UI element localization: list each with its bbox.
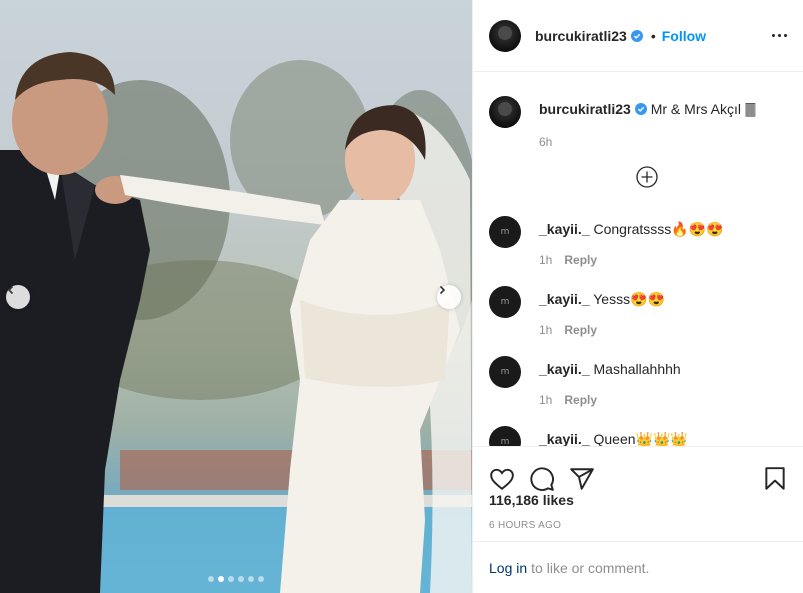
share-paper-plane-icon[interactable]	[569, 466, 595, 492]
carousel-dot	[258, 576, 264, 582]
verified-badge-icon	[634, 103, 647, 115]
reply-button[interactable]: Reply	[564, 253, 597, 267]
comment-time[interactable]: 1h	[539, 323, 552, 337]
post-caption: burcukiratli23 Mr & Mrs Akçıl 🀫 6h	[473, 73, 803, 151]
chevron-right-icon	[439, 285, 446, 295]
author-username[interactable]: burcukiratli23	[535, 28, 627, 44]
wedding-photo-illustration	[0, 52, 472, 593]
comment-bubble-icon[interactable]	[529, 466, 555, 492]
more-options-icon[interactable]	[772, 34, 787, 37]
post-footer: 116,186 likes 6 HOURS AGO Log in to like…	[473, 446, 803, 593]
comment-time[interactable]: 1h	[539, 253, 552, 267]
commenter-avatar[interactable]: m	[489, 356, 521, 388]
comment-text: Yesss😍😍	[593, 291, 665, 307]
carousel-dot	[248, 576, 254, 582]
caption-time[interactable]: 6h	[539, 133, 756, 151]
follow-button[interactable]: Follow	[662, 28, 706, 44]
comment-text: Mashallahhhh	[593, 361, 681, 377]
comment-item: m _kayii._ Mashallahhhh 1h Reply	[489, 356, 681, 409]
caption-text: Mr & Mrs Akçıl 🀫	[650, 101, 756, 117]
commenter-username[interactable]: _kayii._	[539, 431, 590, 446]
comment-item: m _kayii._ Yesss😍😍 1h Reply	[489, 286, 665, 339]
comment-text: Queen👑👑👑	[593, 431, 688, 446]
author-avatar[interactable]	[489, 19, 521, 52]
commenter-username[interactable]: _kayii._	[539, 361, 590, 377]
comment-item: m_kayii._ Queen👑👑👑1hReply	[489, 426, 688, 446]
commenter-avatar[interactable]: m	[489, 426, 521, 446]
like-heart-icon[interactable]	[489, 466, 515, 492]
comment-item: m _kayii._ Congratssss🔥😍😍 1h Reply	[489, 216, 724, 269]
commenter-avatar[interactable]: m	[489, 216, 521, 248]
verified-badge-icon	[630, 29, 643, 42]
carousel-dot	[218, 576, 224, 582]
avatar-letter: m	[500, 437, 510, 446]
avatar-letter: m	[500, 367, 510, 377]
caption-avatar[interactable]	[489, 96, 521, 128]
avatar-letter: m	[500, 297, 510, 307]
chevron-left-icon	[7, 285, 14, 295]
save-bookmark-icon[interactable]	[762, 466, 788, 492]
carousel-next-button[interactable]	[437, 285, 461, 309]
login-link[interactable]: Log in	[489, 560, 527, 576]
carousel-dot	[208, 576, 214, 582]
reply-button[interactable]: Reply	[564, 393, 597, 407]
commenter-username[interactable]: _kayii._	[539, 221, 590, 237]
commenter-username[interactable]: _kayii._	[539, 291, 590, 307]
comments-list[interactable]: burcukiratli23 Mr & Mrs Akçıl 🀫 6h m _kay…	[473, 73, 803, 446]
commenter-avatar[interactable]: m	[489, 286, 521, 318]
reply-button[interactable]: Reply	[564, 323, 597, 337]
carousel-dot	[238, 576, 244, 582]
avatar-letter: m	[500, 227, 510, 237]
login-prompt: Log in to like or comment.	[473, 541, 803, 593]
like-count[interactable]: 116,186 likes	[473, 492, 803, 508]
caption-username[interactable]: burcukiratli23	[539, 101, 631, 117]
post-header: burcukiratli23 • Follow	[473, 0, 803, 72]
post-photo[interactable]	[0, 0, 472, 593]
carousel-prev-button[interactable]	[6, 285, 30, 309]
carousel-indicator	[0, 576, 472, 582]
carousel-dot	[228, 576, 234, 582]
comment-text: Congratssss🔥😍😍	[593, 221, 724, 237]
comment-time[interactable]: 1h	[539, 393, 552, 407]
login-prompt-text: to like or comment.	[531, 560, 650, 576]
post-timestamp[interactable]: 6 HOURS AGO	[473, 520, 803, 531]
post-side-panel: burcukiratli23 • Follow burcukiratli23 M…	[472, 0, 803, 593]
header-separator: •	[650, 27, 656, 44]
load-more-comments-icon[interactable]	[636, 166, 658, 188]
